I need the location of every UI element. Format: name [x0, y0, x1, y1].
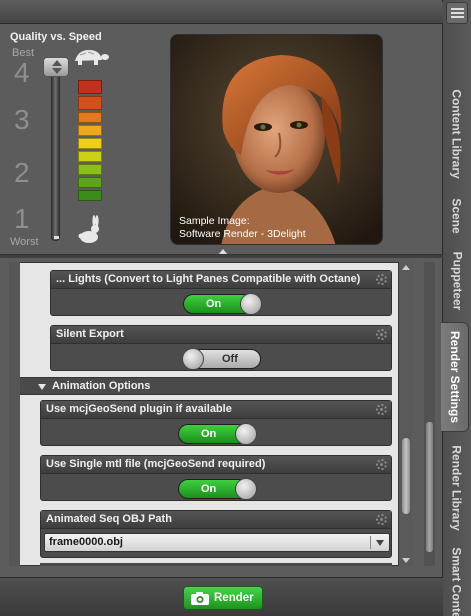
tab-render-settings-label: Render Settings: [447, 330, 462, 424]
tab-render-library[interactable]: Render Library: [443, 436, 471, 540]
option-lights-label: ... Lights (Convert to Light Panes Compa…: [56, 273, 361, 285]
scale-2: 2: [14, 157, 30, 188]
rabbit-icon: [78, 215, 102, 250]
panel-splitter[interactable]: [0, 254, 443, 258]
option-single-mtl-label: Use Single mtl file (mcjGeoSend required…: [46, 458, 266, 470]
tab-puppeteer-label: Puppeteer: [450, 251, 464, 311]
option-single-mtl: Use Single mtl file (mcjGeoSend required…: [40, 455, 392, 501]
quality-meter: [78, 80, 102, 213]
sample-caption-line2: Software Render - 3Delight: [179, 228, 306, 240]
meter-segment: [78, 177, 102, 188]
lights-toggle-label: On: [206, 298, 222, 310]
option-silent-export: Silent Export Off: [50, 325, 392, 371]
silent-export-toggle[interactable]: Off: [182, 348, 261, 370]
quality-speed-title: Quality vs. Speed: [10, 31, 102, 43]
lights-toggle[interactable]: On: [183, 293, 262, 315]
option-single-mtl-header: Use Single mtl file (mcjGeoSend required…: [41, 456, 391, 474]
silent-export-toggle-label: Off: [222, 353, 238, 365]
panel-title-bar: [0, 0, 443, 24]
slider-up-arrow-icon: [52, 60, 62, 66]
tab-puppeteer[interactable]: Puppeteer: [443, 243, 471, 319]
meter-segment: [78, 164, 102, 175]
option-lights: ... Lights (Convert to Light Panes Compa…: [50, 270, 392, 316]
seq-obj-path-value: frame0000.obj: [49, 536, 123, 548]
toggle-knob: [240, 293, 262, 315]
render-button-label: Render: [214, 592, 254, 604]
sample-caption-line1: Sample Image:: [179, 215, 250, 227]
mcjgeosend-toggle-label: On: [201, 428, 217, 440]
tab-render-library-label: Render Library: [450, 445, 465, 531]
render-settings-panel: Quality vs. Speed Best 4 3 2 1 Worst Sam…: [0, 0, 443, 616]
option-silent-export-header: Silent Export: [51, 326, 391, 344]
meter-segment: [78, 96, 102, 110]
sample-caption: Sample Image: Software Render - 3Delight: [179, 215, 306, 241]
quality-slider-handle[interactable]: [43, 57, 69, 77]
meter-segment: [78, 125, 102, 136]
tab-smart-content-label: Smart Conte: [450, 547, 464, 616]
scale-3: 3: [14, 104, 30, 135]
panel-scroll-thumb[interactable]: [426, 422, 433, 552]
gear-icon[interactable]: [376, 274, 387, 285]
option-lights-header: ... Lights (Convert to Light Panes Compa…: [51, 271, 391, 289]
expand-triangle-icon: [38, 384, 46, 390]
meter-segment: [78, 80, 102, 94]
turtle-icon: [72, 47, 110, 72]
scale-4: 4: [14, 57, 30, 88]
option-seq-obj-path-header: Animated Seq OBJ Path: [41, 511, 391, 529]
worst-label: Worst: [10, 236, 39, 248]
tab-content-library-label: Content Library: [450, 89, 464, 179]
tab-scene[interactable]: Scene: [443, 193, 471, 239]
animation-options-title: Animation Options: [52, 380, 151, 392]
gear-icon[interactable]: [376, 329, 387, 340]
option-mcjgeosend-label: Use mcjGeoSend plugin if available: [46, 403, 232, 415]
option-mcjgeosend: Use mcjGeoSend plugin if available On: [40, 400, 392, 446]
meter-segment: [78, 138, 102, 149]
tab-scene-label: Scene: [450, 198, 465, 234]
settings-scrollbar[interactable]: [398, 262, 413, 566]
gear-icon[interactable]: [376, 404, 387, 415]
toggle-knob: [235, 423, 257, 445]
single-mtl-toggle[interactable]: On: [178, 478, 257, 500]
mcjgeosend-toggle[interactable]: On: [178, 423, 257, 445]
render-button[interactable]: Render: [183, 586, 263, 610]
tab-smart-content[interactable]: Smart Conte: [443, 540, 471, 616]
slider-down-arrow-icon: [52, 68, 62, 74]
camera-icon: [190, 591, 210, 611]
panel-menu-icon[interactable]: [446, 2, 468, 24]
toggle-knob: [182, 348, 204, 370]
animation-options-section[interactable]: Animation Options: [20, 377, 392, 395]
option-seq-obj-path-label: Animated Seq OBJ Path: [46, 513, 172, 525]
panel-scrollbar[interactable]: [424, 262, 435, 566]
scroll-up-icon[interactable]: [402, 265, 410, 270]
dropdown-separator: [370, 536, 371, 549]
chevron-down-icon: [376, 540, 384, 546]
gear-icon[interactable]: [376, 514, 387, 525]
settings-left-gutter: [9, 262, 20, 566]
option-silent-export-label: Silent Export: [56, 328, 124, 340]
slider-end-cap: [54, 236, 59, 239]
next-section-peek: [40, 563, 392, 566]
meter-segment: [78, 112, 102, 123]
scale-1: 1: [14, 203, 30, 234]
tab-render-settings[interactable]: Render Settings: [441, 322, 469, 432]
option-seq-obj-path: Animated Seq OBJ Path frame0000.obj: [40, 510, 392, 558]
gear-icon[interactable]: [376, 459, 387, 470]
scroll-down-icon[interactable]: [402, 558, 410, 563]
quality-slider-track[interactable]: [51, 63, 60, 241]
meter-segment: [78, 190, 102, 201]
single-mtl-toggle-label: On: [201, 483, 217, 495]
seq-obj-path-dropdown[interactable]: frame0000.obj: [44, 533, 390, 552]
scroll-thumb[interactable]: [402, 438, 410, 514]
meter-segment: [78, 151, 102, 162]
option-mcjgeosend-header: Use mcjGeoSend plugin if available: [41, 401, 391, 419]
sample-render-image: Sample Image: Software Render - 3Delight: [170, 34, 383, 245]
tab-content-library[interactable]: Content Library: [443, 76, 471, 192]
toggle-knob: [235, 478, 257, 500]
